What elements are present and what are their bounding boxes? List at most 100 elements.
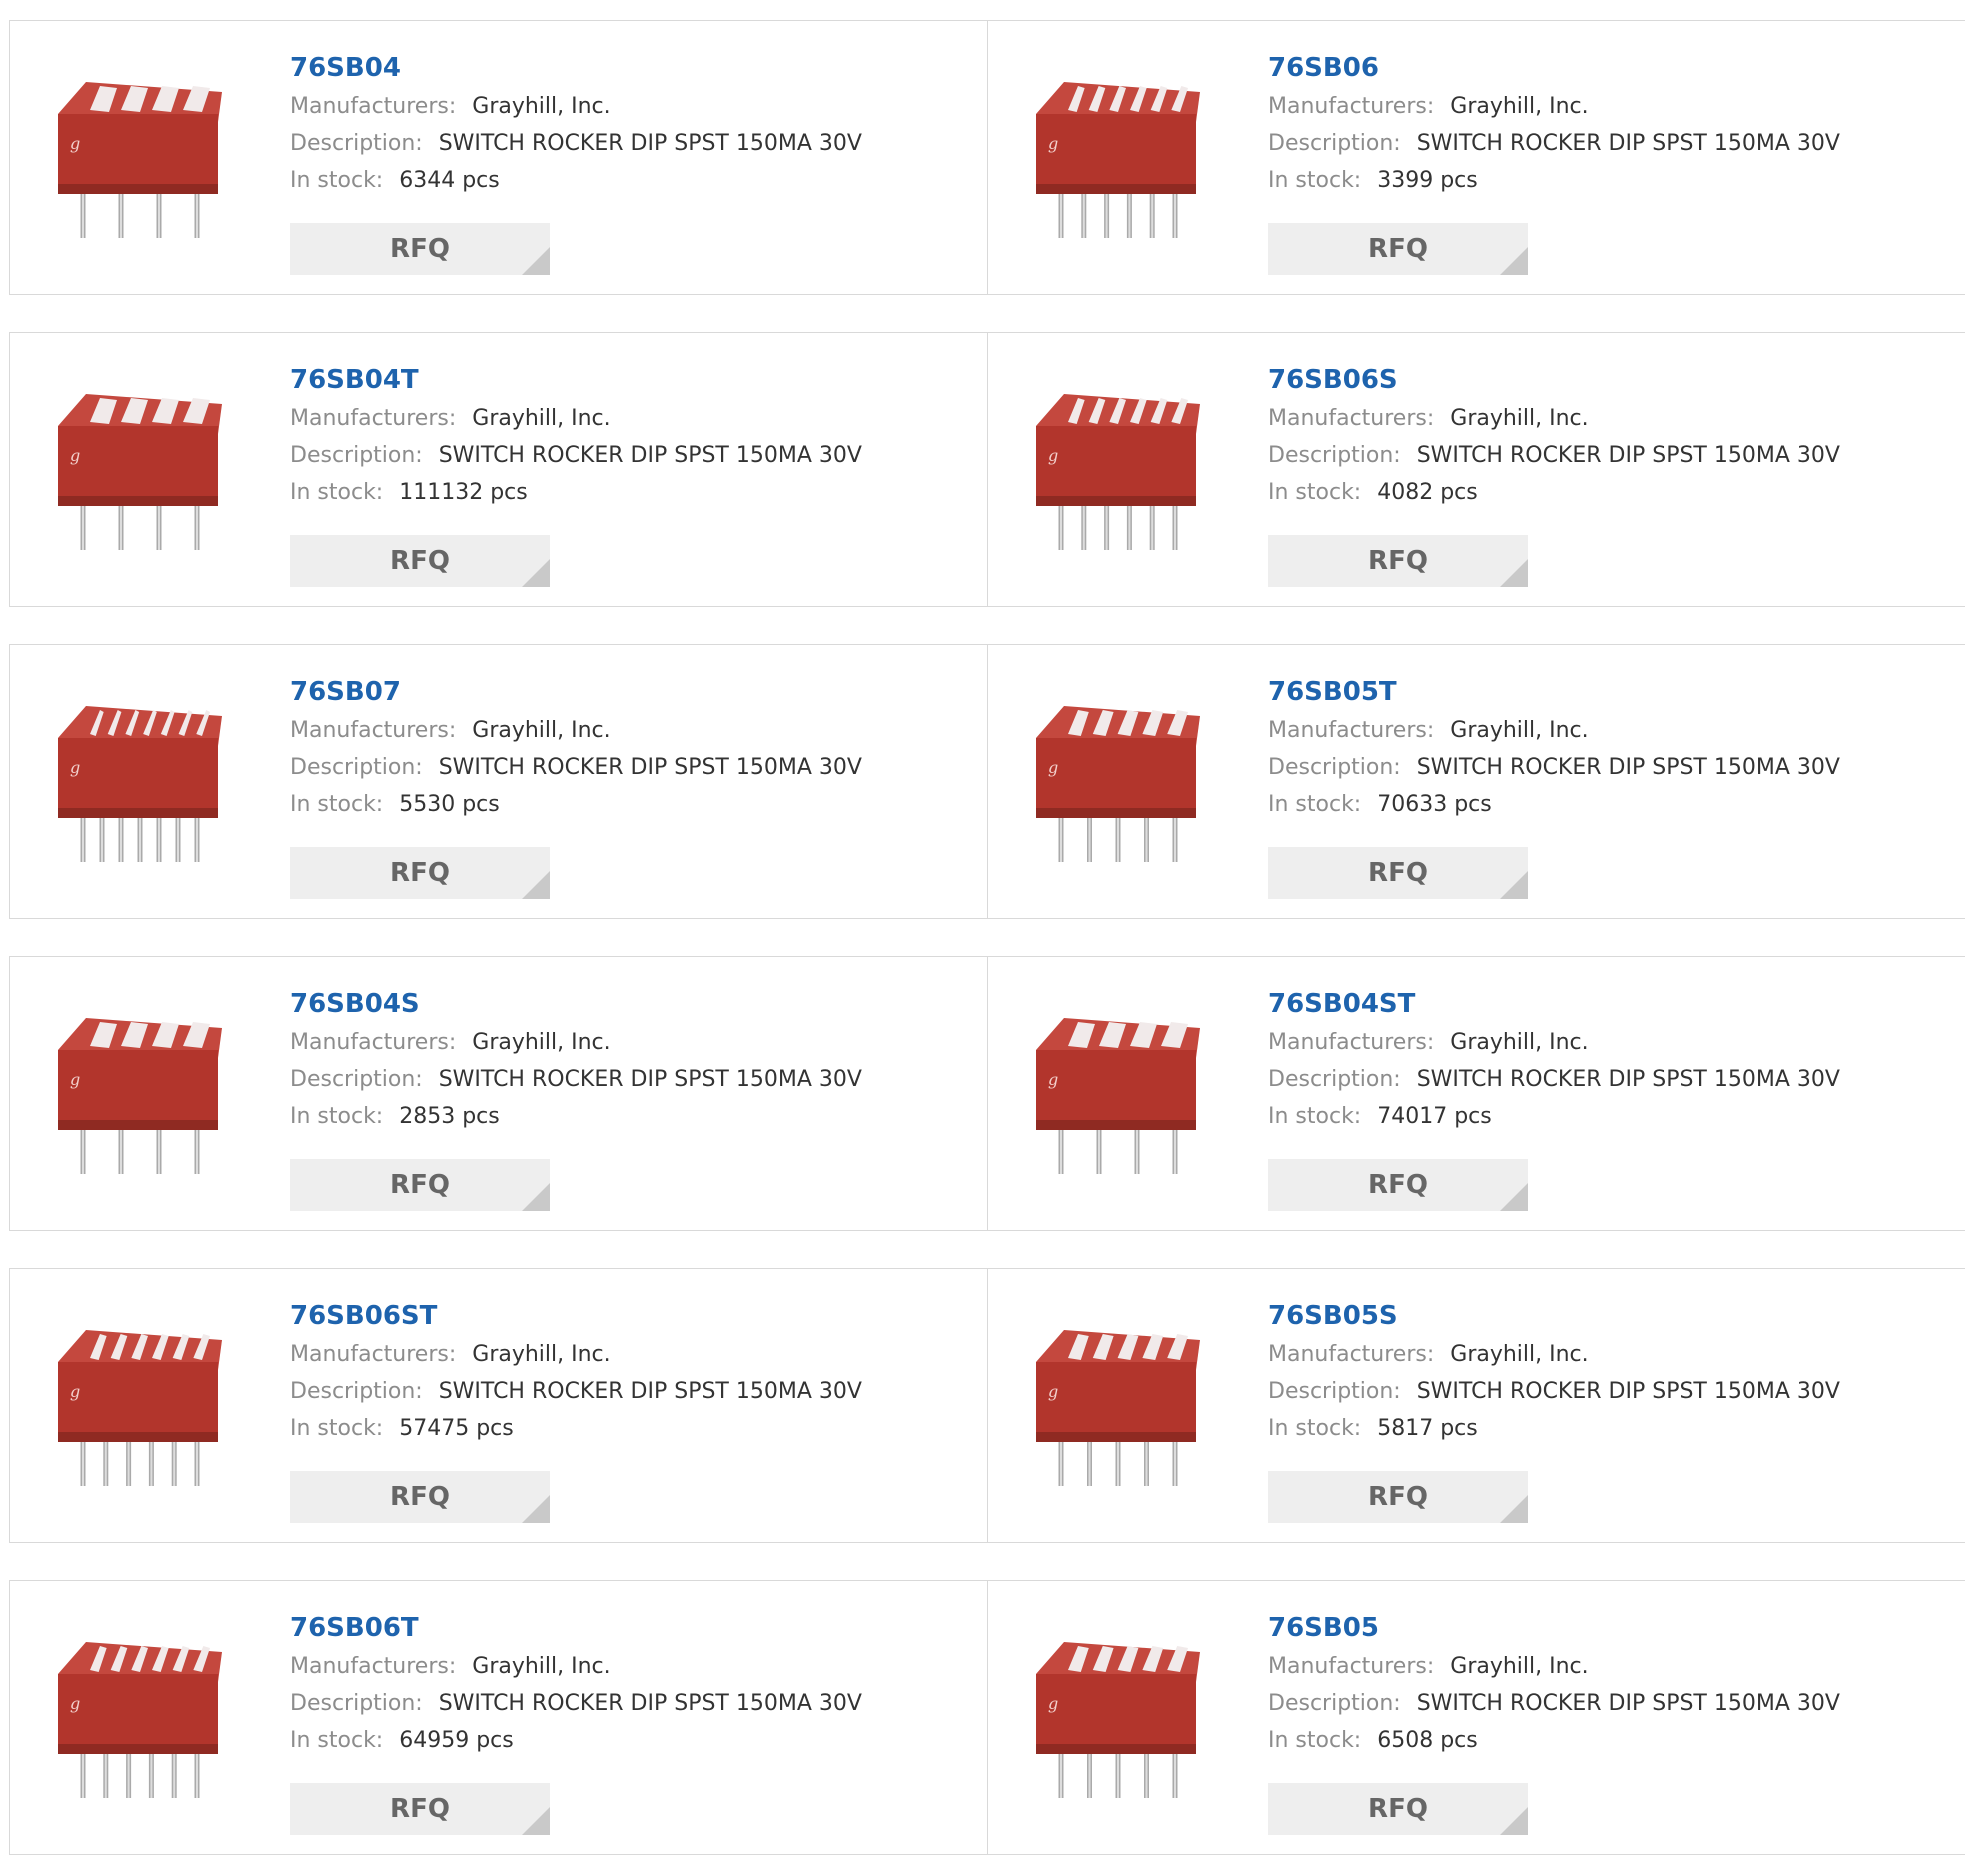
manufacturer-line: Manufacturers: Grayhill, Inc. [1268,1337,1965,1374]
rfq-button[interactable]: RFQ [1268,1783,1528,1835]
stock-line: In stock: 70633 pcs [1268,787,1965,825]
description-line: Description: SWITCH ROCKER DIP SPST 150MA… [1268,1062,1965,1099]
manufacturer-line: Manufacturers: Grayhill, Inc. [1268,1025,1965,1062]
product-info: 76SB04 Manufacturers: Grayhill, Inc. Descri… [290,51,977,201]
product-info: 76SB04ST Manufacturers: Grayhill, Inc. Desc… [1268,987,1965,1137]
description-label: Description: [290,131,423,156]
product-card: g 76SB05S Manufacturers: Grayhill, Inc. Desc… [987,1268,1965,1543]
part-number-link[interactable]: 76SB06 [1268,51,1965,89]
dip-switch-icon[interactable]: g [1028,59,1208,255]
product-card: g 76SB04T Manufacturers: Grayhill, Inc. Desc… [9,332,988,607]
description-label: Description: [1268,755,1401,780]
part-number-link[interactable]: 76SB06ST [290,1299,977,1337]
rfq-button[interactable]: RFQ [1268,223,1528,275]
rfq-label: RFQ [390,234,450,264]
product-card: g 76SB05T Manufacturers: Grayhill, Inc. Desc… [987,644,1965,919]
description-label: Description: [1268,1691,1401,1716]
stock-label: In stock: [290,1104,384,1129]
description-label: Description: [1268,1379,1401,1404]
svg-text:g: g [70,134,80,153]
description-value: SWITCH ROCKER DIP SPST 150MA 30V [438,1691,862,1716]
stock-line: In stock: 64959 pcs [290,1723,977,1761]
description-line: Description: SWITCH ROCKER DIP SPST 150MA… [1268,750,1965,787]
dip-switch-icon[interactable]: g [1028,1307,1208,1503]
svg-text:g: g [70,1694,80,1713]
stock-line: In stock: 2853 pcs [290,1099,977,1137]
manufacturer-value: Grayhill, Inc. [472,1030,611,1055]
stock-label: In stock: [290,480,384,505]
part-number-link[interactable]: 76SB05T [1268,675,1965,713]
dip-switch-icon[interactable]: g [50,59,230,255]
manufacturer-line: Manufacturers: Grayhill, Inc. [290,89,977,126]
rfq-button[interactable]: RFQ [290,1159,550,1211]
description-value: SWITCH ROCKER DIP SPST 150MA 30V [1416,131,1840,156]
rfq-label: RFQ [390,1482,450,1512]
manufacturer-label: Manufacturers: [1268,406,1435,431]
corner-fold-icon [1500,247,1528,275]
stock-label: In stock: [290,1416,384,1441]
part-number-link[interactable]: 76SB04S [290,987,977,1025]
svg-text:g: g [1048,1382,1058,1401]
part-number-link[interactable]: 76SB04T [290,363,977,401]
rfq-button[interactable]: RFQ [290,535,550,587]
stock-line: In stock: 74017 pcs [1268,1099,1965,1137]
manufacturer-line: Manufacturers: Grayhill, Inc. [290,1337,977,1374]
stock-value: 64959 pcs [399,1728,514,1753]
svg-text:g: g [70,758,80,777]
manufacturer-value: Grayhill, Inc. [472,1342,611,1367]
rfq-button[interactable]: RFQ [290,1783,550,1835]
product-card: g 76SB06ST Manufacturers: Grayhill, Inc. Des… [9,1268,988,1543]
part-number-link[interactable]: 76SB06S [1268,363,1965,401]
product-row: g 76SB04T Manufacturers: Grayhill, Inc. Desc… [9,332,1965,607]
dip-switch-icon[interactable]: g [50,995,230,1191]
rfq-button[interactable]: RFQ [1268,535,1528,587]
product-row: g 76SB04 Manufacturers: Grayhill, Inc. Descr… [9,20,1965,295]
svg-text:g: g [1048,1694,1058,1713]
part-number-link[interactable]: 76SB05 [1268,1611,1965,1649]
manufacturer-label: Manufacturers: [290,1654,457,1679]
manufacturer-line: Manufacturers: Grayhill, Inc. [1268,713,1965,750]
rfq-button[interactable]: RFQ [1268,1471,1528,1523]
part-number-link[interactable]: 76SB04 [290,51,977,89]
product-info: 76SB06 Manufacturers: Grayhill, Inc. Descri… [1268,51,1965,201]
part-number-link[interactable]: 76SB07 [290,675,977,713]
rfq-label: RFQ [390,546,450,576]
stock-value: 6344 pcs [399,168,500,193]
rfq-button[interactable]: RFQ [1268,1159,1528,1211]
part-number-link[interactable]: 76SB04ST [1268,987,1965,1025]
stock-label: In stock: [1268,1728,1362,1753]
rfq-button[interactable]: RFQ [290,223,550,275]
corner-fold-icon [522,1807,550,1835]
dip-switch-icon[interactable]: g [50,683,230,879]
rfq-button[interactable]: RFQ [290,1471,550,1523]
description-value: SWITCH ROCKER DIP SPST 150MA 30V [1416,755,1840,780]
dip-switch-icon[interactable]: g [50,371,230,567]
stock-line: In stock: 5817 pcs [1268,1411,1965,1449]
rfq-label: RFQ [1368,1482,1428,1512]
stock-line: In stock: 4082 pcs [1268,475,1965,513]
dip-switch-icon[interactable]: g [50,1307,230,1503]
description-line: Description: SWITCH ROCKER DIP SPST 150MA… [290,438,977,475]
description-value: SWITCH ROCKER DIP SPST 150MA 30V [1416,1067,1840,1092]
dip-switch-icon[interactable]: g [1028,371,1208,567]
part-number-link[interactable]: 76SB06T [290,1611,977,1649]
description-line: Description: SWITCH ROCKER DIP SPST 150MA… [1268,1686,1965,1723]
rfq-button[interactable]: RFQ [290,847,550,899]
corner-fold-icon [522,871,550,899]
description-line: Description: SWITCH ROCKER DIP SPST 150MA… [1268,126,1965,163]
dip-switch-icon[interactable]: g [50,1619,230,1815]
description-label: Description: [1268,1067,1401,1092]
dip-switch-icon[interactable]: g [1028,1619,1208,1815]
stock-label: In stock: [290,792,384,817]
product-info: 76SB05 Manufacturers: Grayhill, Inc. Descri… [1268,1611,1965,1761]
description-value: SWITCH ROCKER DIP SPST 150MA 30V [1416,1691,1840,1716]
part-number-link[interactable]: 76SB05S [1268,1299,1965,1337]
dip-switch-icon[interactable]: g [1028,995,1208,1191]
rfq-button[interactable]: RFQ [1268,847,1528,899]
product-info: 76SB04S Manufacturers: Grayhill, Inc. Descr… [290,987,977,1137]
dip-switch-icon[interactable]: g [1028,683,1208,879]
stock-label: In stock: [1268,1104,1362,1129]
description-value: SWITCH ROCKER DIP SPST 150MA 30V [438,1379,862,1404]
manufacturer-label: Manufacturers: [290,1030,457,1055]
description-label: Description: [1268,131,1401,156]
